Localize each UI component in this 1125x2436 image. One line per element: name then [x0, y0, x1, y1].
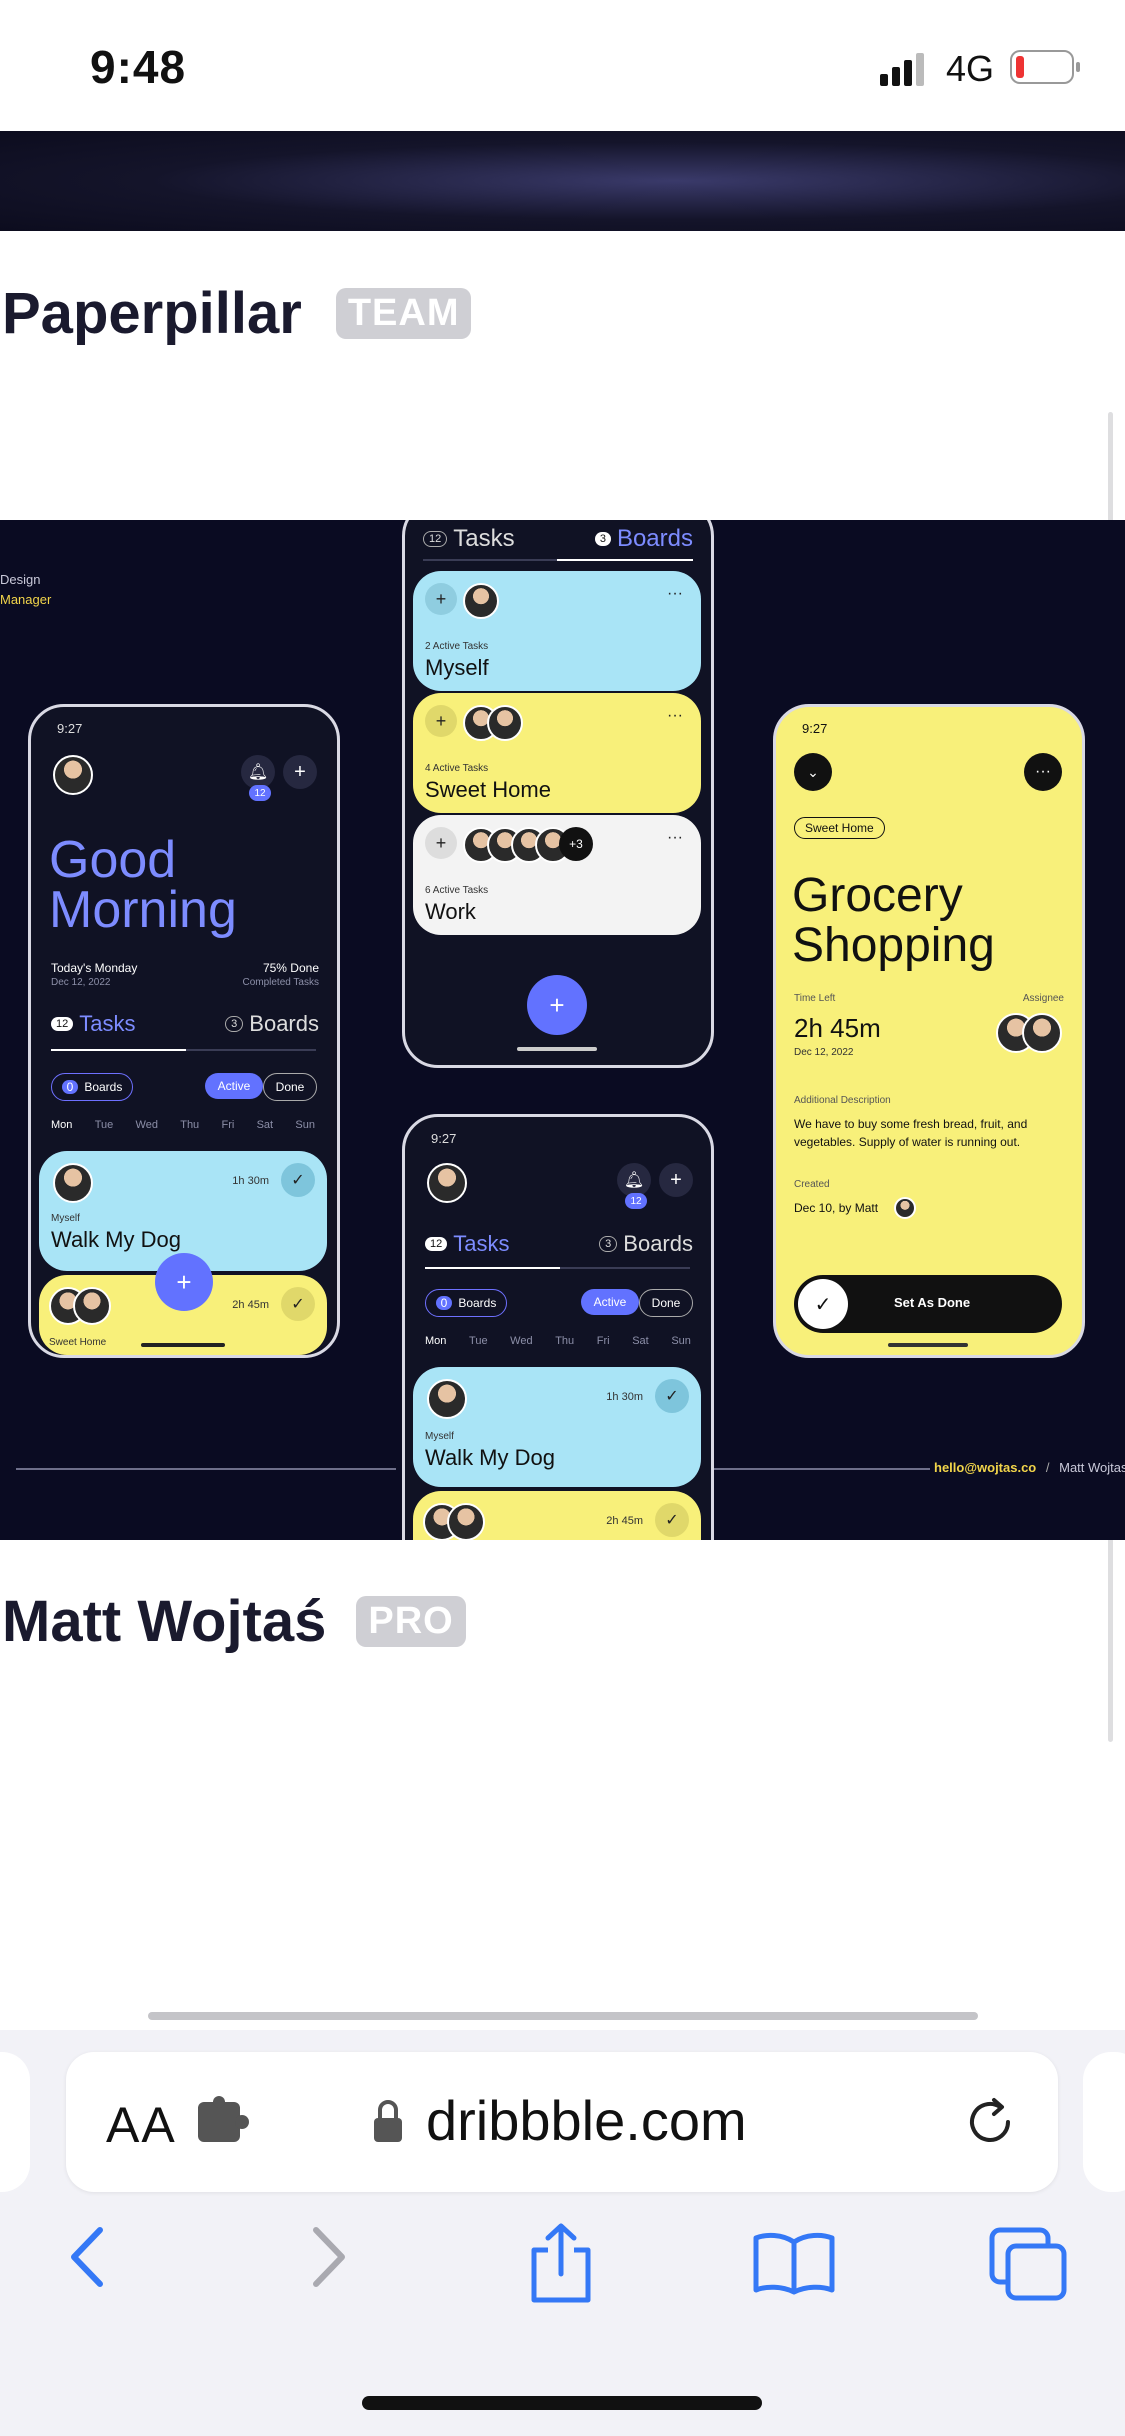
bell-icon: 🔔︎	[617, 1163, 651, 1197]
board-card: + ··· 2 Active Tasks Myself	[413, 571, 701, 691]
horizontal-scroll-indicator	[148, 2012, 978, 2020]
shot-author-row: Paperpillar TEAM	[2, 280, 472, 347]
tab-underline-active	[51, 1049, 186, 1051]
boards-filter: 0 Boards	[51, 1073, 133, 1101]
home-indicator	[141, 1343, 225, 1347]
footer-email: hello@wojtas.co	[934, 1460, 1037, 1475]
divider-line	[16, 1468, 396, 1470]
phone-left-mockup: 9:27 🔔︎ 12 + Good Morning Today's Monday…	[28, 704, 340, 1358]
add-fab-icon: +	[155, 1253, 213, 1311]
add-fab-icon: +	[527, 975, 587, 1035]
weekday-row: Mon Tue Wed Thu Fri Sat Sun	[51, 1119, 315, 1131]
tab-boards: 3 Boards	[594, 525, 693, 553]
plus-icon: +	[283, 755, 317, 789]
network-type: 4G	[946, 48, 995, 89]
seg-active: Active	[205, 1073, 263, 1099]
shot-author-row: Matt Wojtaś PRO	[2, 1588, 466, 1655]
battery-icon	[1010, 50, 1080, 84]
tab-tasks: 12 Tasks	[423, 525, 515, 553]
board-tag: Sweet Home	[794, 817, 885, 839]
bookmarks-icon[interactable]	[752, 2230, 836, 2296]
previous-shot-thumbnail[interactable]	[0, 131, 1125, 231]
footer-contact: hello@wojtas.co / Matt Wojtas	[934, 1460, 1125, 1475]
phone-task-detail-mockup: 9:27 ⌄ ··· Sweet Home Grocery Shopping T…	[773, 704, 1085, 1358]
url-text[interactable]: dribbble.com	[426, 2088, 747, 2153]
set-done-button: ✓ Set As Done	[794, 1275, 1062, 1333]
done-percent: 75% Done	[262, 961, 319, 975]
lock-icon	[374, 2100, 402, 2142]
plus-icon: +	[425, 827, 457, 859]
check-icon: ✓	[281, 1287, 315, 1321]
tabs-icon[interactable]	[988, 2226, 1068, 2302]
phone-tasks-mockup: 9:27 🔔︎ 12 + 12 Tasks 3 Boards 0 Boards …	[402, 1114, 714, 1540]
signal-icon	[880, 53, 924, 86]
plus-icon: +	[425, 705, 457, 737]
seg-done: Done	[263, 1073, 317, 1101]
status-bar: 9:48 4G	[0, 0, 1125, 130]
side-text-manager: Manager	[0, 592, 52, 607]
bell-icon: 🔔︎	[241, 755, 275, 789]
notification-count: 12	[249, 785, 271, 801]
reload-icon[interactable]	[962, 2092, 1022, 2152]
tab-boards: 3 Boards	[225, 1011, 319, 1037]
task-title: Grocery Shopping	[792, 869, 995, 972]
status-time: 9:48	[90, 41, 187, 93]
share-icon[interactable]	[526, 2222, 596, 2306]
chevron-down-icon: ⌄	[794, 753, 832, 791]
forward-icon[interactable]	[300, 2222, 356, 2292]
phone-boards-mockup: 12 Tasks 3 Boards + ··· 2 Active Tasks M…	[402, 520, 714, 1068]
side-text-design: Design	[0, 572, 41, 587]
pro-badge: PRO	[356, 1596, 466, 1647]
today-label: Today's Monday	[51, 961, 138, 975]
done-label: Completed Tasks	[242, 977, 319, 988]
tab-tasks: 12 Tasks	[51, 1011, 136, 1037]
more-icon: ···	[1024, 753, 1062, 791]
team-badge: TEAM	[335, 288, 472, 339]
shot-author-name[interactable]: Matt Wojtaś	[2, 1588, 326, 1655]
extensions-icon[interactable]	[196, 2096, 252, 2146]
next-tab-peek[interactable]	[1083, 2052, 1125, 2192]
address-bar[interactable]: AA dribbble.com	[66, 2052, 1058, 2192]
check-icon: ✓	[655, 1379, 689, 1413]
phone-time: 9:27	[57, 721, 83, 736]
shot-image[interactable]: Design Manager hello@wojtas.co / Matt Wo…	[0, 520, 1125, 1540]
board-card: + +3 ··· 6 Active Tasks Work	[413, 815, 701, 935]
text-size-button[interactable]: AA	[106, 2096, 177, 2154]
plus-icon: +	[659, 1163, 693, 1197]
previous-tab-peek[interactable]	[0, 2052, 30, 2192]
avatar	[53, 755, 93, 795]
today-date: Dec 12, 2022	[51, 977, 111, 988]
divider-line	[710, 1468, 930, 1470]
back-icon[interactable]	[60, 2222, 116, 2292]
check-icon: ✓	[281, 1163, 315, 1197]
greeting: Good Morning	[49, 831, 237, 939]
board-card: + ··· 4 Active Tasks Sweet Home	[413, 693, 701, 813]
home-indicator	[362, 2396, 762, 2410]
footer-separator: /	[1045, 1460, 1050, 1475]
plus-icon: +	[425, 583, 457, 615]
check-icon: ✓	[655, 1503, 689, 1537]
footer-name: Matt Wojtas	[1059, 1460, 1125, 1475]
check-icon: ✓	[798, 1279, 848, 1329]
shot-author-name[interactable]: Paperpillar	[2, 280, 302, 347]
